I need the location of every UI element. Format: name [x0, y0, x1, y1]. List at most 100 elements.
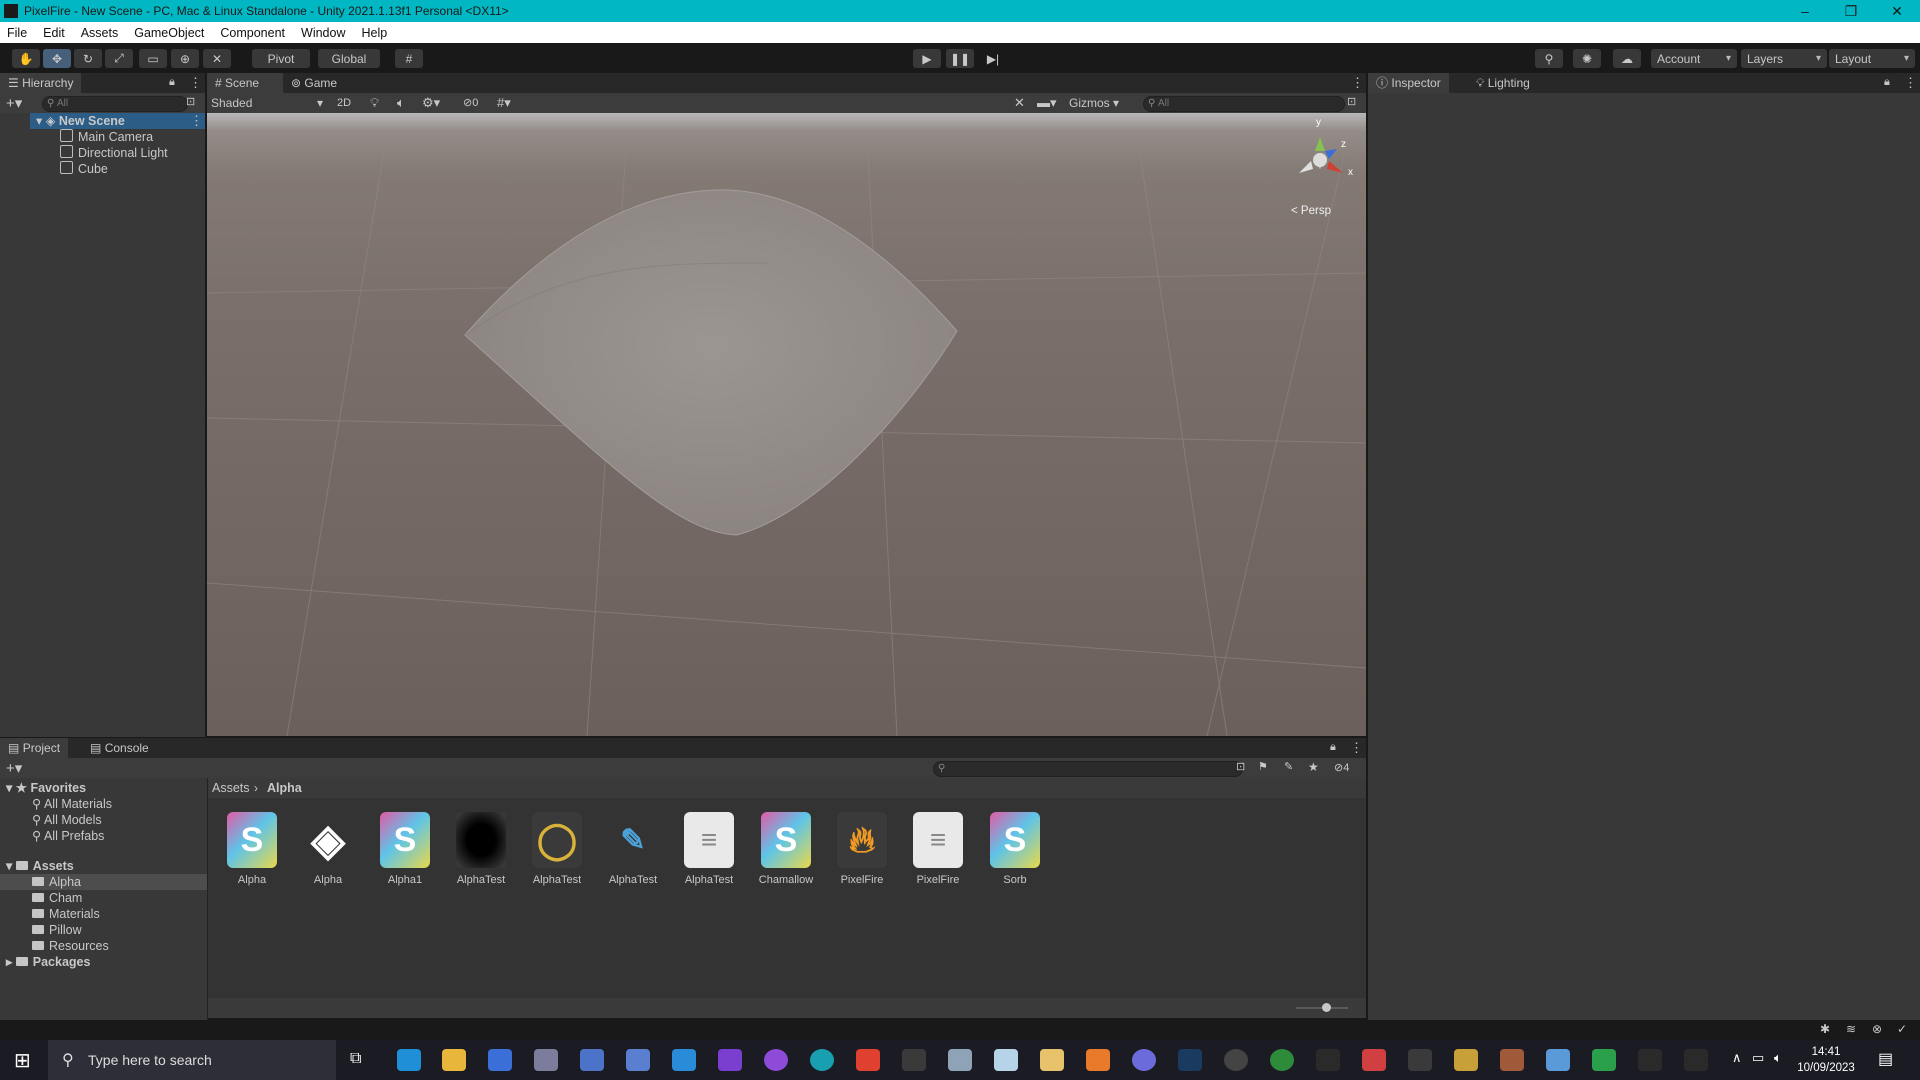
blender-icon[interactable] — [1086, 1049, 1110, 1071]
hierarchy-item[interactable]: Directional Light — [60, 145, 168, 161]
audio-toggle-icon[interactable]: 🔈︎ — [397, 95, 405, 111]
menu-gameobject[interactable]: GameObject — [126, 26, 212, 40]
tab-console[interactable]: ▤ Console — [82, 738, 157, 758]
more-icon[interactable]: ⋮ — [1350, 740, 1363, 756]
minimize-button[interactable]: – — [1782, 0, 1828, 22]
app-icon[interactable] — [1592, 1049, 1616, 1071]
tab-hierarchy[interactable]: ☰ Hierarchy — [0, 73, 82, 93]
favorite-item[interactable]: ⚲ All Materials — [32, 796, 112, 812]
unity-icon[interactable] — [1638, 1049, 1662, 1071]
steam-icon[interactable] — [1178, 1049, 1202, 1071]
collab-button[interactable]: ✺ — [1573, 49, 1601, 68]
rect-tool-button[interactable]: ▭ — [139, 49, 167, 68]
edge-icon[interactable] — [397, 1049, 421, 1071]
effects-icon[interactable]: ⚙▾ — [422, 95, 440, 111]
stack-icon[interactable]: ≋ — [1846, 1022, 1856, 1036]
layers-dropdown[interactable]: Layers — [1741, 49, 1827, 68]
taskbar-search[interactable]: ⚲ Type here to search — [48, 1040, 336, 1080]
type-filter-icon[interactable]: ⚑ — [1258, 760, 1268, 773]
hidden-objects-toggle[interactable]: ⊘0 — [463, 96, 478, 109]
custom-tool-button[interactable]: ✕ — [203, 49, 231, 68]
pause-button[interactable]: ❚❚ — [946, 49, 974, 68]
lock-icon[interactable]: 🔒︎ — [169, 76, 175, 89]
transform-tool-button[interactable]: ⊕ — [171, 49, 199, 68]
unity-icon[interactable] — [1684, 1049, 1708, 1071]
star-icon[interactable]: ★ — [1308, 760, 1319, 774]
folder-item[interactable]: Resources — [32, 938, 109, 954]
scale-tool-button[interactable]: ⤢ — [105, 49, 133, 68]
folder-item[interactable]: Pillow — [32, 922, 82, 938]
breadcrumb-assets[interactable]: Assets — [212, 781, 250, 795]
asset-item[interactable]: S Alpha1 — [367, 812, 443, 886]
asset-item[interactable]: ✎ AlphaTest — [595, 812, 671, 887]
maximize-button[interactable]: ❐ — [1828, 0, 1874, 22]
file-explorer-icon[interactable] — [442, 1049, 466, 1071]
terminal-icon[interactable] — [902, 1049, 926, 1071]
arduino-icon[interactable] — [810, 1049, 834, 1071]
close-button[interactable]: ✕ — [1874, 0, 1920, 22]
label-filter-icon[interactable]: ✎ — [1284, 760, 1293, 773]
rotate-tool-button[interactable]: ↻ — [74, 49, 102, 68]
camera-icon[interactable]: ▬▾ — [1037, 95, 1057, 111]
store-icon[interactable] — [488, 1049, 512, 1071]
menu-help[interactable]: Help — [353, 26, 395, 40]
obs-icon[interactable] — [1224, 1049, 1248, 1071]
tab-scene[interactable]: # Scene — [207, 73, 283, 93]
favorite-item[interactable]: ⚲ All Models — [32, 812, 102, 828]
asset-item[interactable]: ◯ AlphaTest — [519, 812, 595, 886]
account-dropdown[interactable]: Account — [1651, 49, 1737, 68]
lock-icon[interactable]: 🔒︎ — [1884, 76, 1890, 89]
menu-component[interactable]: Component — [212, 26, 293, 40]
menu-file[interactable]: File — [0, 26, 35, 40]
discord-icon[interactable] — [1132, 1049, 1156, 1071]
hand-tool-button[interactable]: ✋ — [12, 49, 40, 68]
app-icon[interactable] — [856, 1049, 880, 1071]
assets-node[interactable]: ▾ Assets — [6, 858, 74, 874]
layout-dropdown[interactable]: Layout — [1829, 49, 1915, 68]
play-button[interactable]: ▶ — [913, 49, 941, 68]
github-icon[interactable] — [764, 1049, 788, 1071]
lock-icon[interactable]: 🔒︎ — [1330, 741, 1336, 754]
menu-edit[interactable]: Edit — [35, 26, 73, 40]
network-icon[interactable]: ▭ — [1752, 1050, 1764, 1066]
more-icon[interactable]: ⋮ — [189, 75, 202, 91]
menu-window[interactable]: Window — [293, 26, 353, 40]
app-icon[interactable] — [1454, 1049, 1478, 1071]
scene-more-icon[interactable]: ⋮ — [1351, 75, 1364, 91]
filter-icon[interactable]: ⊡ — [186, 95, 195, 108]
hidden-packages-toggle[interactable]: ⊘4 — [1334, 761, 1349, 774]
2d-toggle[interactable]: 2D — [337, 95, 351, 111]
task-view-icon[interactable]: ⧉ — [350, 1050, 361, 1068]
asset-item[interactable]: ◈ Alpha — [290, 812, 366, 887]
visual-studio-icon[interactable] — [718, 1049, 742, 1071]
volume-icon[interactable]: 🔈︎ — [1774, 1050, 1782, 1066]
unity-hub-icon[interactable] — [1316, 1049, 1340, 1071]
step-button[interactable]: ▶| — [979, 49, 1007, 68]
favorite-item[interactable]: ⚲ All Prefabs — [32, 828, 104, 844]
app-icon[interactable] — [948, 1049, 972, 1071]
clock[interactable]: 14:41 10/09/2023 — [1796, 1044, 1856, 1076]
scene-more-icon[interactable]: ⋮ — [190, 113, 203, 129]
folder-item[interactable]: Cham — [32, 890, 82, 906]
cloud-button[interactable]: ☁ — [1613, 49, 1641, 68]
asset-item[interactable]: S Sorb — [977, 812, 1053, 886]
tab-project[interactable]: ▤ Project — [0, 738, 69, 758]
vscode-icon[interactable] — [672, 1049, 696, 1071]
shading-dropdown[interactable]: Shaded ▾ — [211, 95, 327, 111]
tools-icon[interactable]: ✕ — [1014, 95, 1025, 111]
projection-toggle[interactable]: < Persp — [1291, 205, 1331, 217]
add-icon[interactable]: +▾ — [6, 759, 22, 777]
tab-inspector[interactable]: ⓘ Inspector — [1368, 73, 1449, 93]
asset-item[interactable]: S Chamallow — [748, 812, 824, 886]
app-icon[interactable] — [994, 1049, 1018, 1071]
app-icon[interactable] — [626, 1049, 650, 1071]
lighting-toggle-icon[interactable]: 💡︎ — [370, 95, 379, 111]
asset-item[interactable]: AlphaTest — [443, 812, 519, 886]
app-icon[interactable] — [534, 1049, 558, 1071]
app-icon[interactable] — [1408, 1049, 1432, 1071]
global-button[interactable]: Global — [318, 49, 380, 68]
asset-item[interactable]: ≡ PixelFire — [900, 812, 976, 886]
packages-node[interactable]: ▸ Packages — [6, 954, 90, 970]
project-search-input[interactable] — [933, 761, 1243, 777]
app-icon[interactable] — [1040, 1049, 1064, 1071]
